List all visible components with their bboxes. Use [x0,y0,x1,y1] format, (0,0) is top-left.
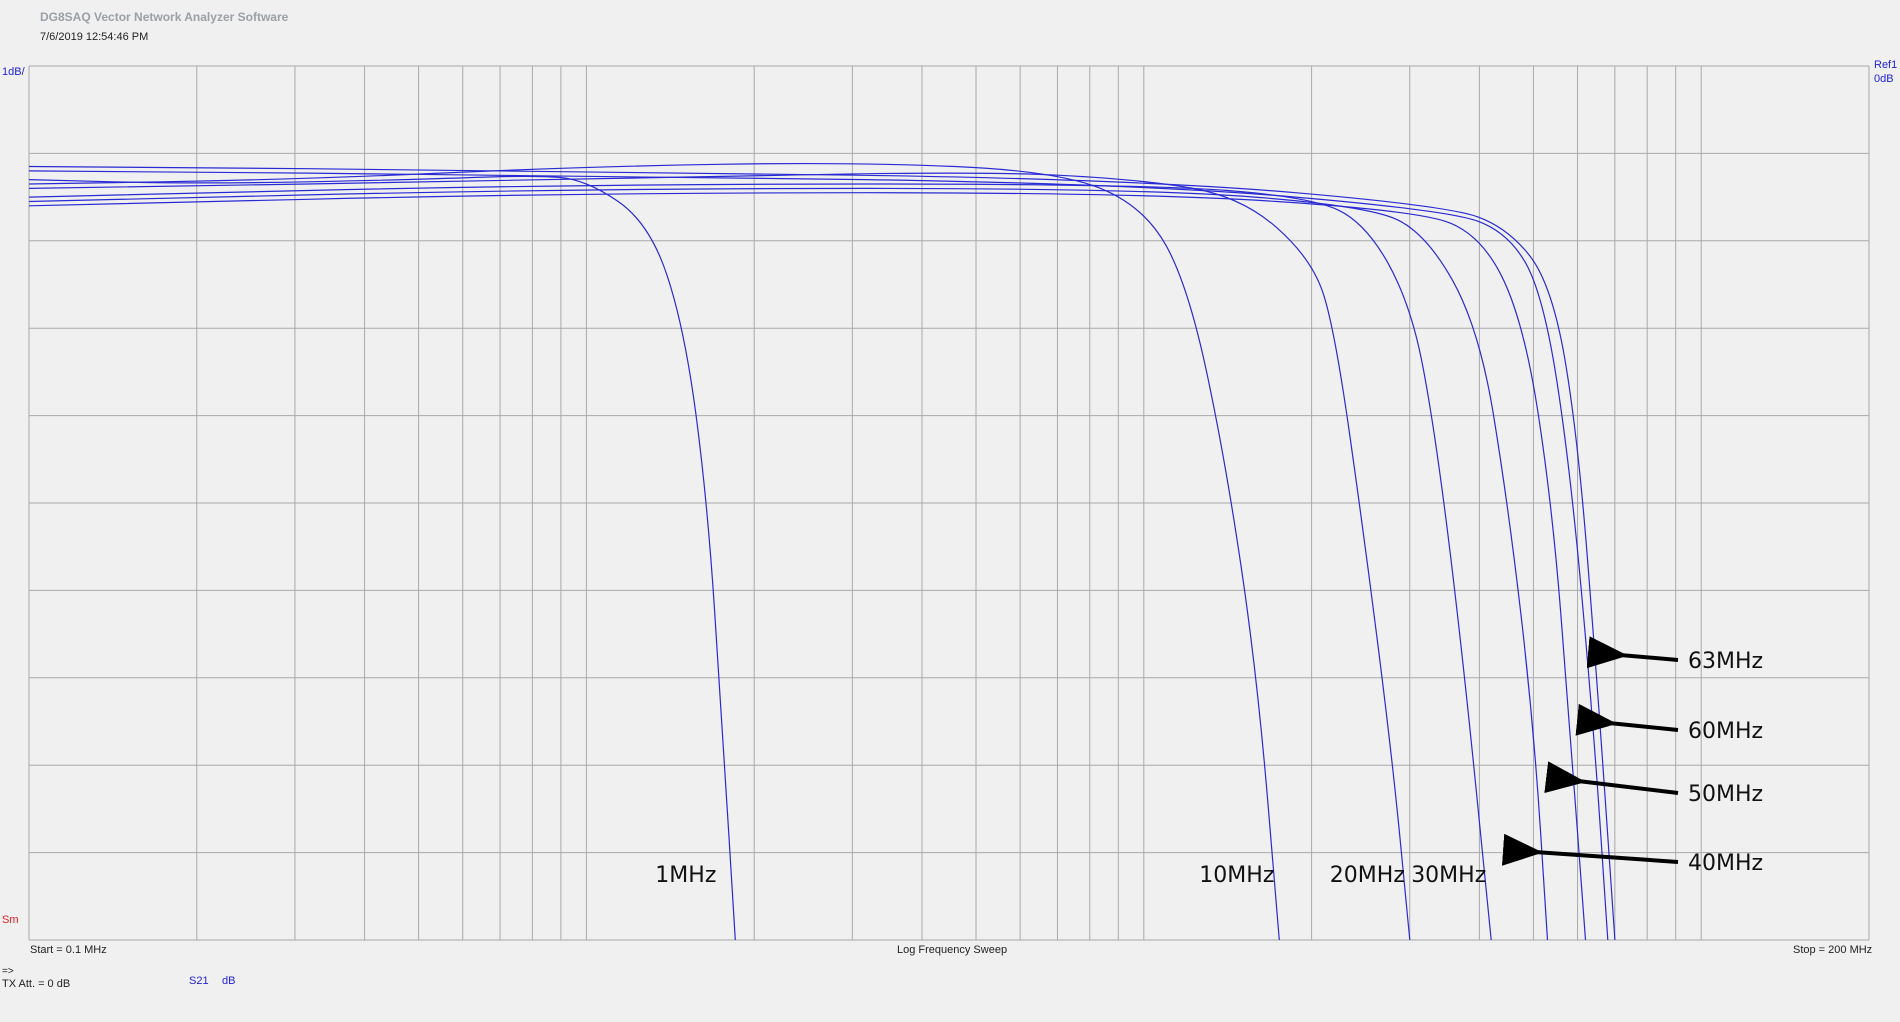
annotation-arrow-40mhz [1501,833,1679,866]
annotation-arrow-50mhz [1544,761,1679,795]
trace-63mhz [28,165,1616,941]
annotation-1mhz: 1MHz [655,863,716,888]
trace-1mhz [28,175,736,941]
annotation-arrow-60mhz [1575,703,1679,736]
trace-50mhz [28,192,1587,941]
annotation-63mhz: 63MHz [1688,649,1763,674]
trace-10mhz [28,162,1280,941]
annotation-30mhz: 30MHz [1411,863,1486,888]
annotation-60mhz: 60MHz [1688,719,1763,744]
annotation-40mhz: 40MHz [1688,851,1763,876]
grid [28,65,1870,941]
annotation-50mhz: 50MHz [1688,782,1763,807]
plot-area: 1MHz 10MHz 20MHz 30MHz 40MHz 50MHz 60MHz 63MHz [28,65,1870,941]
annotation-10mhz: 10MHz [1199,863,1274,888]
annotation-arrow-63mhz [1586,636,1679,669]
trace-30mhz [28,183,1492,941]
annotation-20mhz: 20MHz [1330,863,1405,888]
trace-40mhz [28,187,1549,941]
trace-20mhz [28,172,1411,941]
traces [28,162,1616,941]
trace-60mhz [28,170,1609,941]
